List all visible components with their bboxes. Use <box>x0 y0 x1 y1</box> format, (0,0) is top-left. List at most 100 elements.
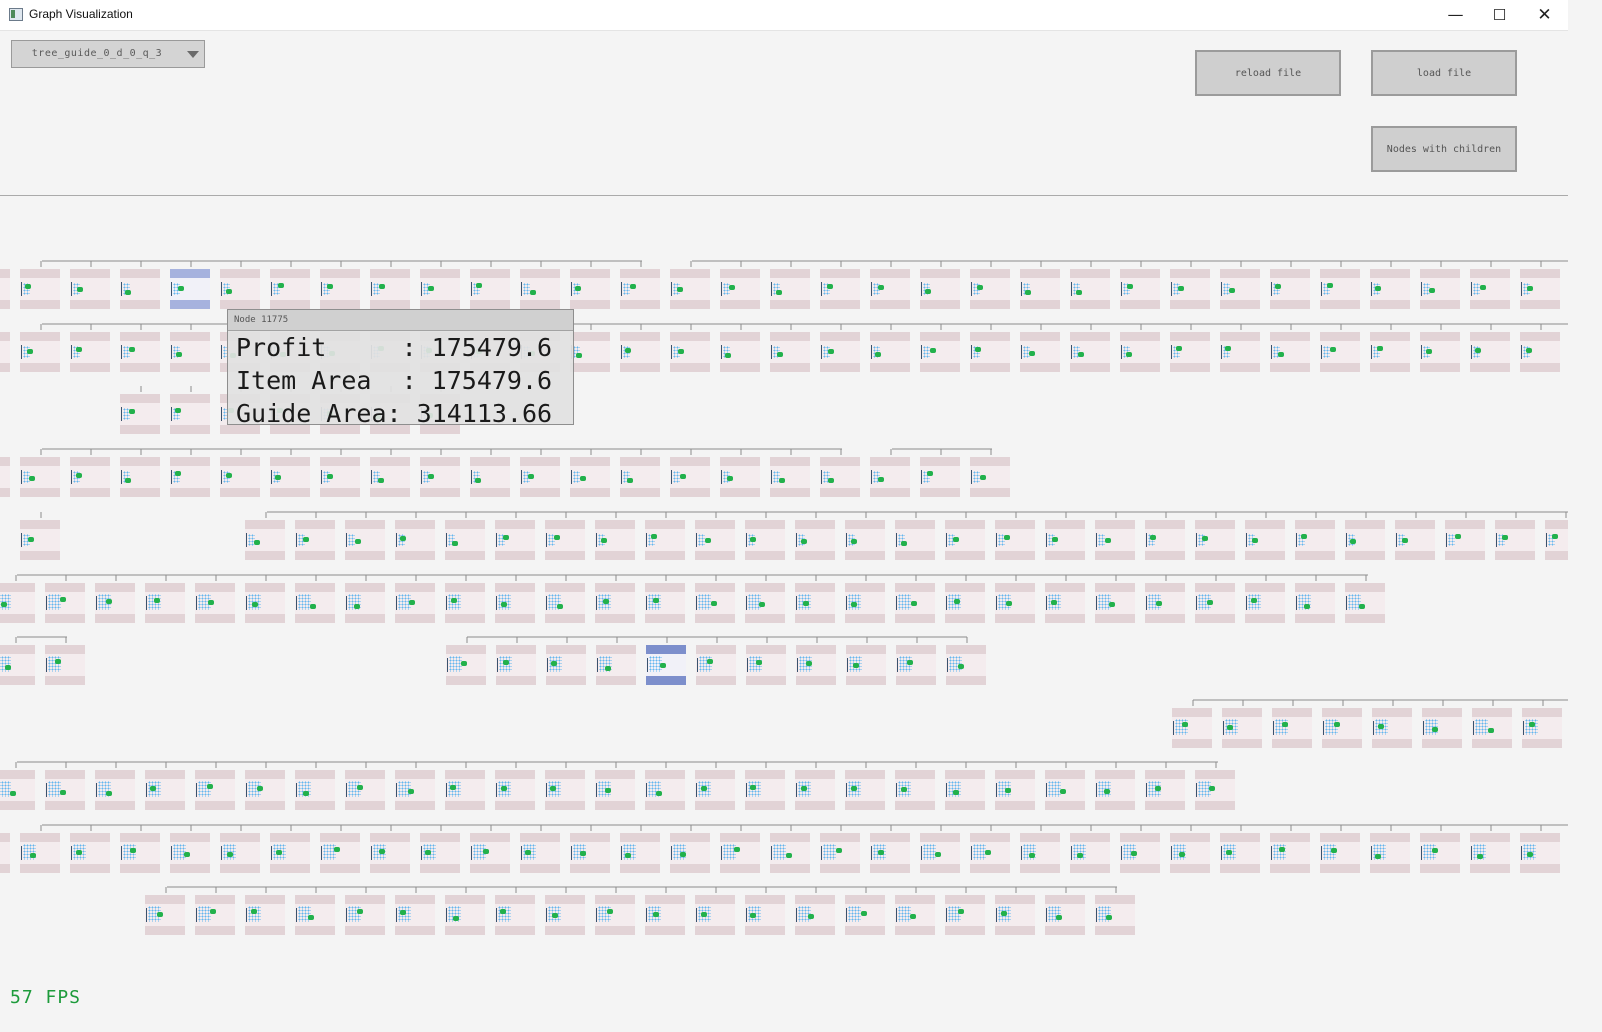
tree-node[interactable] <box>245 770 285 810</box>
tree-node[interactable] <box>520 833 560 873</box>
tree-node[interactable] <box>920 269 960 309</box>
tree-node[interactable] <box>245 895 285 935</box>
tree-node[interactable] <box>345 770 385 810</box>
tree-node[interactable] <box>620 833 660 873</box>
tree-node[interactable] <box>1045 583 1085 623</box>
tree-node[interactable] <box>545 895 585 935</box>
tree-node[interactable] <box>745 770 785 810</box>
tree-node[interactable] <box>0 457 10 497</box>
tree-node[interactable] <box>95 583 135 623</box>
tree-node[interactable] <box>945 895 985 935</box>
tree-node[interactable] <box>270 269 310 309</box>
tree-node[interactable] <box>745 583 785 623</box>
tree-node[interactable] <box>1520 269 1560 309</box>
tree-node[interactable] <box>120 394 160 434</box>
tree-node[interactable] <box>1345 520 1385 560</box>
tree-node[interactable] <box>1270 269 1310 309</box>
tree-node[interactable] <box>1470 269 1510 309</box>
load-file-button[interactable]: load file <box>1371 50 1517 96</box>
tree-node[interactable] <box>670 269 710 309</box>
tree-node[interactable] <box>445 520 485 560</box>
tree-node[interactable] <box>1172 708 1212 748</box>
tree-node[interactable] <box>1095 895 1135 935</box>
tree-node[interactable] <box>495 895 535 935</box>
tree-node[interactable] <box>995 520 1035 560</box>
tree-node[interactable] <box>670 457 710 497</box>
tree-node[interactable] <box>270 457 310 497</box>
tree-node[interactable] <box>295 770 335 810</box>
tree-node[interactable] <box>795 583 835 623</box>
tree-node[interactable] <box>1120 332 1160 372</box>
tree-node[interactable] <box>320 269 360 309</box>
tree-node[interactable] <box>445 770 485 810</box>
tree-node[interactable] <box>70 833 110 873</box>
tree-node[interactable] <box>1170 332 1210 372</box>
tree-node[interactable] <box>1370 332 1410 372</box>
tree-node[interactable] <box>295 520 335 560</box>
tree-node[interactable] <box>345 520 385 560</box>
tree-node[interactable] <box>620 332 660 372</box>
tree-node[interactable] <box>1272 708 1312 748</box>
tree-node[interactable] <box>645 895 685 935</box>
tree-node[interactable] <box>746 645 786 685</box>
tree-node[interactable] <box>695 895 735 935</box>
tree-node[interactable] <box>195 770 235 810</box>
tree-node[interactable] <box>595 583 635 623</box>
tree-node[interactable] <box>345 895 385 935</box>
tree-node[interactable] <box>1320 332 1360 372</box>
tree-node[interactable] <box>170 833 210 873</box>
tree-node[interactable] <box>1195 770 1235 810</box>
tree-node[interactable] <box>546 645 586 685</box>
tree-node[interactable] <box>970 833 1010 873</box>
tree-node[interactable] <box>1145 770 1185 810</box>
tree-node[interactable] <box>895 770 935 810</box>
tree-node[interactable] <box>345 583 385 623</box>
tree-node[interactable] <box>846 645 886 685</box>
tree-node[interactable] <box>796 645 836 685</box>
minimize-button[interactable]: — <box>1433 0 1478 30</box>
tree-node[interactable] <box>1170 833 1210 873</box>
tree-node[interactable] <box>1095 520 1135 560</box>
tree-node[interactable] <box>545 583 585 623</box>
tree-node[interactable] <box>870 833 910 873</box>
tree-node[interactable] <box>245 520 285 560</box>
tree-node[interactable] <box>1245 520 1285 560</box>
tree-node[interactable] <box>620 269 660 309</box>
tree-node[interactable] <box>970 332 1010 372</box>
tree-node[interactable] <box>1472 708 1512 748</box>
tree-node[interactable] <box>845 770 885 810</box>
tree-node[interactable] <box>495 770 535 810</box>
tree-node[interactable] <box>595 770 635 810</box>
tree-node[interactable] <box>1270 332 1310 372</box>
tree-node[interactable] <box>170 332 210 372</box>
tree-node[interactable] <box>695 520 735 560</box>
tree-node[interactable] <box>170 269 210 309</box>
tree-node[interactable] <box>845 895 885 935</box>
tree-node[interactable] <box>545 520 585 560</box>
tree-node[interactable] <box>70 332 110 372</box>
tree-node[interactable] <box>795 520 835 560</box>
tree-node[interactable] <box>20 520 60 560</box>
tree-node[interactable] <box>495 520 535 560</box>
tree-node[interactable] <box>1295 583 1335 623</box>
tree-node[interactable] <box>1245 583 1285 623</box>
tree-node[interactable] <box>445 895 485 935</box>
tree-node[interactable] <box>45 645 85 685</box>
tree-node[interactable] <box>1020 269 1060 309</box>
tree-node[interactable] <box>1522 708 1562 748</box>
tree-node[interactable] <box>1295 520 1335 560</box>
tree-node[interactable] <box>245 583 285 623</box>
tree-node[interactable] <box>1145 583 1185 623</box>
tree-node[interactable] <box>1420 833 1460 873</box>
tree-node[interactable] <box>745 520 785 560</box>
tree-node[interactable] <box>395 520 435 560</box>
tree-node[interactable] <box>870 457 910 497</box>
tree-node[interactable] <box>1420 332 1460 372</box>
tree-node[interactable] <box>820 332 860 372</box>
tree-node[interactable] <box>520 457 560 497</box>
tree-node[interactable] <box>945 583 985 623</box>
tree-node[interactable] <box>845 520 885 560</box>
tree-node[interactable] <box>720 457 760 497</box>
tree-node[interactable] <box>795 895 835 935</box>
tree-node[interactable] <box>870 269 910 309</box>
